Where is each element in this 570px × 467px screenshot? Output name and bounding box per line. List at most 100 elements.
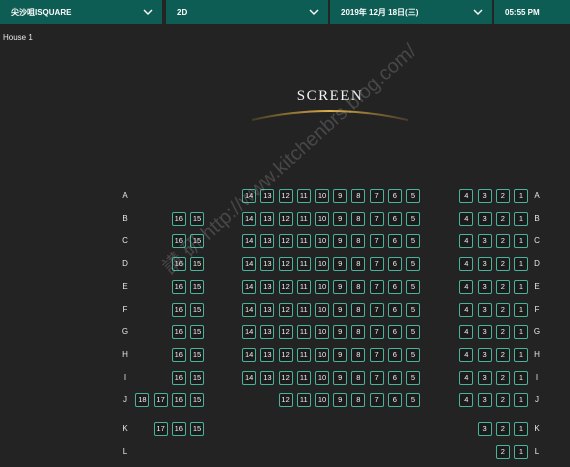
seat-d-10[interactable]: 10 — [315, 257, 329, 272]
seat-g-16[interactable]: 16 — [171, 325, 186, 340]
seat-f-7[interactable]: 7 — [369, 302, 384, 317]
seat-e-10[interactable]: 10 — [315, 279, 329, 294]
seat-b-2[interactable]: 2 — [495, 211, 510, 226]
seat-b-11[interactable]: 11 — [296, 211, 311, 226]
seat-h-3[interactable]: 3 — [477, 347, 492, 362]
seat-h-1[interactable]: 1 — [514, 347, 528, 362]
seat-a-6[interactable]: 6 — [387, 189, 402, 203]
seat-i-15[interactable]: 15 — [190, 370, 204, 385]
seat-c-3[interactable]: 3 — [477, 234, 492, 249]
seat-i-2[interactable]: 2 — [495, 370, 510, 385]
seat-i-12[interactable]: 12 — [278, 370, 293, 385]
seat-g-8[interactable]: 8 — [351, 325, 366, 340]
seat-j-15[interactable]: 15 — [190, 393, 204, 408]
seat-c-15[interactable]: 15 — [190, 234, 204, 249]
seat-b-9[interactable]: 9 — [333, 211, 348, 226]
seat-f-6[interactable]: 6 — [387, 302, 402, 317]
seat-d-5[interactable]: 5 — [406, 257, 420, 272]
seat-i-8[interactable]: 8 — [351, 370, 366, 385]
seat-d-3[interactable]: 3 — [477, 257, 492, 272]
seat-h-14[interactable]: 14 — [242, 347, 257, 362]
seat-a-12[interactable]: 12 — [278, 189, 293, 203]
seat-i-7[interactable]: 7 — [369, 370, 384, 385]
seat-e-15[interactable]: 15 — [190, 279, 204, 294]
seat-e-1[interactable]: 1 — [514, 279, 528, 294]
seat-j-7[interactable]: 7 — [369, 393, 384, 408]
seat-e-12[interactable]: 12 — [278, 279, 293, 294]
seat-b-8[interactable]: 8 — [351, 211, 366, 226]
date-select[interactable]: 2019年 12月 18日(三) — [330, 0, 492, 24]
seat-b-13[interactable]: 13 — [260, 211, 275, 226]
seat-e-14[interactable]: 14 — [242, 279, 257, 294]
seat-h-8[interactable]: 8 — [351, 347, 366, 362]
seat-h-11[interactable]: 11 — [296, 347, 311, 362]
seat-a-13[interactable]: 13 — [260, 189, 275, 203]
seat-k-15[interactable]: 15 — [190, 422, 204, 436]
seat-h-7[interactable]: 7 — [369, 347, 384, 362]
seat-a-5[interactable]: 5 — [406, 189, 420, 203]
seat-j-2[interactable]: 2 — [495, 393, 510, 408]
seat-j-16[interactable]: 16 — [171, 393, 186, 408]
seat-f-10[interactable]: 10 — [315, 302, 329, 317]
seat-f-11[interactable]: 11 — [296, 302, 311, 317]
seat-k-1[interactable]: 1 — [514, 422, 528, 436]
seat-h-12[interactable]: 12 — [278, 347, 293, 362]
seat-h-16[interactable]: 16 — [171, 347, 186, 362]
seat-j-10[interactable]: 10 — [315, 393, 329, 408]
seat-a-14[interactable]: 14 — [242, 189, 257, 203]
seat-i-3[interactable]: 3 — [477, 370, 492, 385]
seat-a-3[interactable]: 3 — [477, 189, 492, 203]
seat-b-15[interactable]: 15 — [190, 211, 204, 226]
seat-i-4[interactable]: 4 — [459, 370, 474, 385]
seat-d-9[interactable]: 9 — [333, 257, 348, 272]
seat-f-8[interactable]: 8 — [351, 302, 366, 317]
seat-f-4[interactable]: 4 — [459, 302, 474, 317]
seat-f-14[interactable]: 14 — [242, 302, 257, 317]
seat-g-12[interactable]: 12 — [278, 325, 293, 340]
seat-k-16[interactable]: 16 — [171, 422, 186, 436]
seat-c-9[interactable]: 9 — [333, 234, 348, 249]
seat-b-14[interactable]: 14 — [242, 211, 257, 226]
seat-i-5[interactable]: 5 — [406, 370, 420, 385]
seat-d-8[interactable]: 8 — [351, 257, 366, 272]
seat-e-6[interactable]: 6 — [387, 279, 402, 294]
seat-f-15[interactable]: 15 — [190, 302, 204, 317]
seat-f-16[interactable]: 16 — [171, 302, 186, 317]
seat-d-6[interactable]: 6 — [387, 257, 402, 272]
seat-b-16[interactable]: 16 — [171, 211, 186, 226]
seat-f-12[interactable]: 12 — [278, 302, 293, 317]
seat-k-2[interactable]: 2 — [495, 422, 510, 436]
seat-a-4[interactable]: 4 — [459, 189, 474, 203]
seat-e-13[interactable]: 13 — [260, 279, 275, 294]
seat-g-10[interactable]: 10 — [315, 325, 329, 340]
seat-i-9[interactable]: 9 — [333, 370, 348, 385]
seat-g-15[interactable]: 15 — [190, 325, 204, 340]
seat-a-2[interactable]: 2 — [495, 189, 510, 203]
seat-a-8[interactable]: 8 — [351, 189, 366, 203]
seat-c-4[interactable]: 4 — [459, 234, 474, 249]
seat-h-13[interactable]: 13 — [260, 347, 275, 362]
seat-j-1[interactable]: 1 — [514, 393, 528, 408]
seat-c-5[interactable]: 5 — [406, 234, 420, 249]
seat-a-9[interactable]: 9 — [333, 189, 348, 203]
seat-e-7[interactable]: 7 — [369, 279, 384, 294]
seat-k-17[interactable]: 17 — [153, 422, 168, 436]
seat-c-12[interactable]: 12 — [278, 234, 293, 249]
seat-h-6[interactable]: 6 — [387, 347, 402, 362]
seat-l-2[interactable]: 2 — [495, 444, 510, 459]
seat-b-10[interactable]: 10 — [315, 211, 329, 226]
seat-l-1[interactable]: 1 — [514, 444, 528, 459]
seat-g-9[interactable]: 9 — [333, 325, 348, 340]
seat-a-7[interactable]: 7 — [369, 189, 384, 203]
seat-e-16[interactable]: 16 — [171, 279, 186, 294]
seat-j-8[interactable]: 8 — [351, 393, 366, 408]
seat-c-6[interactable]: 6 — [387, 234, 402, 249]
seat-d-12[interactable]: 12 — [278, 257, 293, 272]
seat-k-3[interactable]: 3 — [477, 422, 492, 436]
seat-f-5[interactable]: 5 — [406, 302, 420, 317]
seat-e-3[interactable]: 3 — [477, 279, 492, 294]
seat-b-12[interactable]: 12 — [278, 211, 293, 226]
seat-d-15[interactable]: 15 — [190, 257, 204, 272]
seat-g-4[interactable]: 4 — [459, 325, 474, 340]
seat-g-5[interactable]: 5 — [406, 325, 420, 340]
